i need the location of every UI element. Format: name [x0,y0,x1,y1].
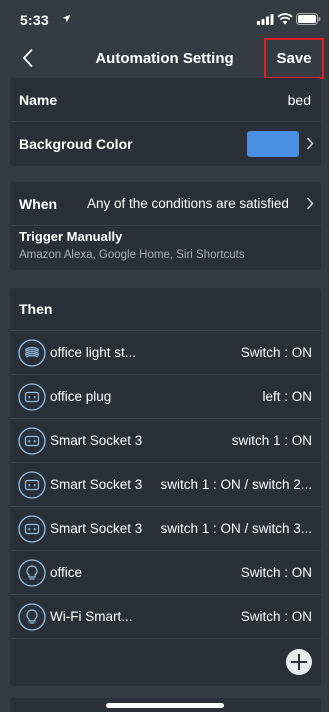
action-row[interactable]: Smart Socket 3 switch 1 : ON [10,419,321,463]
action-state: switch 1 : ON [231,433,312,448]
action-state: Switch : ON [240,345,312,360]
home-indicator [106,703,224,708]
status-time: 5:33 [20,12,49,28]
when-label: When [19,196,58,212]
action-device-name: office plug [50,389,112,404]
background-color-row[interactable]: Backgroud Color [10,122,321,166]
location-arrow-icon [62,14,71,23]
background-color-label: Backgroud Color [19,136,133,152]
name-value: bed [287,92,311,108]
action-row[interactable]: office Switch : ON [10,551,321,595]
name-label: Name [19,92,58,108]
action-device-name: Smart Socket 3 [50,433,143,448]
action-device-name: Smart Socket 3 [50,477,143,492]
socket-icon [18,471,46,499]
socket-icon [18,515,46,543]
then-header: Then [10,288,321,331]
light-strip-icon [18,339,46,367]
trigger-manually-item[interactable]: Trigger Manually Amazon Alexa, Google Ho… [10,226,321,270]
name-row[interactable]: Name bed [10,78,321,122]
battery-icon [296,13,321,25]
save-button[interactable]: Save [264,38,324,79]
wifi-icon [277,13,293,25]
action-device-name: Wi-Fi Smart... [50,609,133,624]
action-state: Switch : ON [240,609,312,624]
action-device-name: Smart Socket 3 [50,521,143,536]
chevron-right-icon [306,197,314,210]
action-device-name: office [50,565,83,580]
action-row[interactable]: Wi-Fi Smart... Switch : ON [10,595,321,639]
when-condition-value: Any of the conditions are satisfied [87,196,289,211]
when-card: When Any of the conditions are satisfied… [10,182,321,270]
trigger-subtitle: Amazon Alexa, Google Home, Siri Shortcut… [19,249,245,261]
action-device-name: office light st... [50,345,137,360]
then-card: Then office light st... Switch : ON offi… [10,288,321,686]
action-state: switch 1 : ON / switch 3... [160,521,312,536]
action-row[interactable]: office plug left : ON [10,375,321,419]
cellular-signal-icon [257,14,274,25]
nav-bar: Automation Setting Save [0,38,329,79]
action-state: left : ON [262,389,312,404]
action-state: switch 1 : ON / switch 2... [160,477,312,492]
bulb-icon [18,603,46,631]
action-row[interactable]: Smart Socket 3 switch 1 : ON / switch 2.… [10,463,321,507]
chevron-right-icon [306,137,314,150]
action-state: Switch : ON [240,565,312,580]
basic-settings-card: Name bed Backgroud Color [10,78,321,166]
color-swatch[interactable] [247,131,299,157]
action-row[interactable]: office light st... Switch : ON [10,331,321,375]
status-bar: 5:33 [0,0,329,40]
action-row[interactable]: Smart Socket 3 switch 1 : ON / switch 3.… [10,507,321,551]
add-action-row [10,639,321,686]
plug-icon [18,383,46,411]
then-label: Then [19,301,53,317]
trigger-title: Trigger Manually [19,229,123,244]
add-action-button[interactable] [286,649,312,675]
socket-icon [18,427,46,455]
when-row[interactable]: When Any of the conditions are satisfied [10,182,321,226]
bulb-icon [18,559,46,587]
